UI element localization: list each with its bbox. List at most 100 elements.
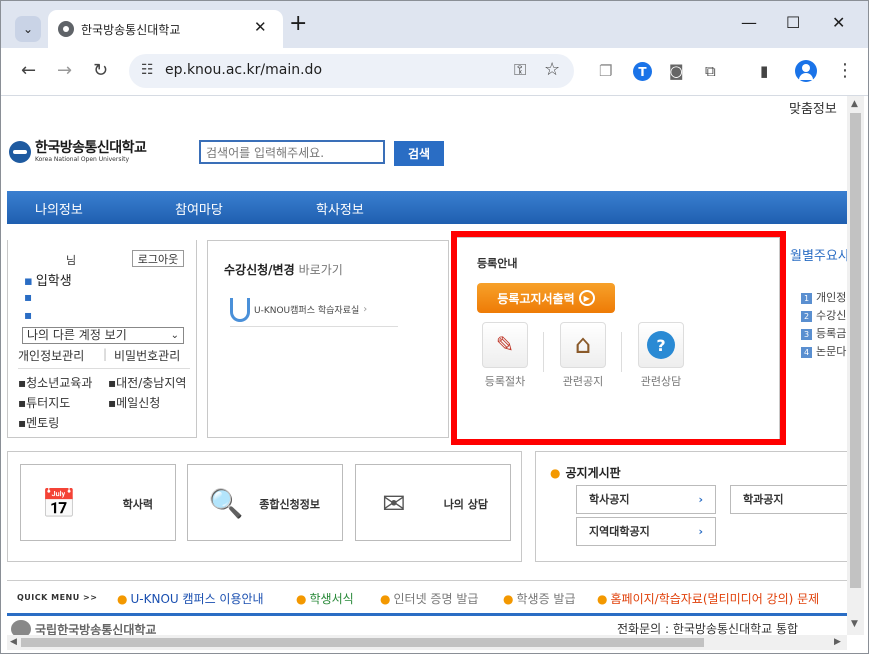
blank-bullet-2: ▪ — [24, 308, 33, 322]
course-registration-link[interactable]: 수강신청/변경 바로가기 — [224, 261, 343, 278]
quick-menu-strip: QUICK MENU >> ● U-KNOU 캠퍼스 이용안내 ● 학생서식 ● 인터… — [7, 580, 847, 616]
menu-kebab-icon[interactable]: ⋮ — [836, 61, 854, 81]
sub-link-daejeon[interactable]: ▪대전/충남지역 — [108, 374, 186, 391]
url-text[interactable]: ep.knou.ac.kr/main.do — [165, 62, 322, 78]
monthly-item[interactable]: 1 개인정 — [801, 289, 846, 305]
chevron-right-icon: › — [698, 525, 703, 538]
reload-icon[interactable]: ↻ — [93, 61, 108, 81]
knou-emblem-icon — [9, 141, 31, 163]
user-name-suffix: 님 — [66, 254, 77, 267]
custom-info-link[interactable]: 맞춤정보 — [789, 98, 837, 117]
qm-certificate[interactable]: ● 인터넷 증명 발급 — [380, 590, 478, 607]
monthly-schedule-title[interactable]: 월별주요사 — [790, 245, 847, 264]
chevron-right-icon: › — [363, 304, 368, 315]
uknou-label: U-KNOU캠퍼스 학습자료실 — [254, 306, 360, 316]
sub-link-mentoring[interactable]: ▪멘토링 — [18, 414, 59, 431]
address-bar[interactable]: ☷ ep.knou.ac.kr/main.do ⚿ ☆ — [129, 54, 574, 88]
profile-avatar[interactable] — [795, 60, 817, 82]
application-info-card[interactable]: 🔍 종합신청정보 — [187, 464, 343, 541]
monthly-item[interactable]: 3 등록금 — [801, 325, 846, 341]
notice-board-title: ● 공지게시판 — [550, 466, 621, 480]
footer-contact: 전화문의 : 한국방송통신대학교 통합 — [617, 622, 799, 635]
chevron-right-icon: › — [698, 493, 703, 506]
side-panel-icon[interactable]: ▮ — [760, 61, 768, 81]
close-window-button[interactable]: ✕ — [832, 13, 845, 32]
login-panel: 님 로그아웃 ▪ 입학생 ▪ ▪ 나의 다른 계정 보기 ⌄ 개인정보관리 | 비… — [7, 240, 197, 438]
student-status: 입학생 — [35, 274, 72, 289]
my-counsel-card[interactable]: ✉ 나의 상담 — [355, 464, 511, 541]
account-select[interactable]: 나의 다른 계정 보기 ⌄ — [22, 327, 184, 344]
qm-student-id[interactable]: ● 학생증 발급 — [503, 590, 576, 607]
status-line: ▪ 입학생 — [24, 274, 72, 289]
horizontal-scrollbar[interactable]: ◀ ▶ — [7, 635, 847, 650]
new-tab-button[interactable]: + — [289, 13, 307, 35]
magnifier-folder-icon: 🔍 — [208, 486, 244, 520]
bookmark-star-icon[interactable]: ☆ — [544, 59, 560, 80]
logout-button[interactable]: 로그아웃 — [132, 250, 184, 267]
password-link[interactable]: 비밀번호관리 — [114, 347, 180, 364]
scroll-right-icon[interactable]: ▶ — [834, 637, 841, 647]
u-knou-logo-icon — [230, 297, 250, 322]
translate-extension-icon[interactable]: T — [633, 62, 652, 81]
quill-envelope-icon: ✉ — [382, 486, 406, 520]
search-input[interactable]: 검색어를 입력해주세요. — [199, 140, 385, 164]
nav-academic-info[interactable]: 학사정보 — [316, 199, 364, 218]
monthly-item[interactable]: 2 수강신 — [801, 307, 846, 323]
tab-close-button[interactable]: ✕ — [254, 18, 267, 36]
site-logo[interactable]: 한국방송통신대학교 Korea National Open University — [9, 139, 147, 165]
tab-active[interactable]: 한국방송통신대학교 ✕ — [48, 10, 283, 48]
logo-korean: 한국방송통신대학교 — [35, 140, 147, 156]
nav-my-info[interactable]: 나의정보 — [35, 199, 83, 218]
notice-board: ● 공지게시판 학사공지 › 학과공지 지역대학공지 › — [535, 451, 847, 562]
personal-info-link[interactable]: 개인정보관리 — [18, 347, 84, 364]
monthly-item[interactable]: 4 논문다 — [801, 343, 846, 359]
minimize-button[interactable]: — — [741, 13, 757, 32]
qm-homepage-issue[interactable]: ● 홈페이지/학습자료(멀티미디어 강의) 문제 — [597, 590, 819, 607]
extensions-puzzle-icon[interactable]: ⧉ — [705, 61, 716, 81]
sub-link-tutor[interactable]: ▪튜터지도 — [18, 394, 70, 411]
scroll-thumb[interactable] — [21, 638, 704, 647]
forward-arrow-icon[interactable]: → — [57, 61, 72, 81]
sub-link-mail[interactable]: ▪메일신청 — [108, 394, 160, 411]
uknou-materials-link[interactable]: U-KNOU캠퍼스 학습자료실 › — [230, 293, 398, 327]
red-highlight-box — [451, 231, 786, 445]
browser-toolbar: ← → ↻ ☷ ep.knou.ac.kr/main.do ⚿ ☆ ❐ T ◙ … — [1, 48, 868, 96]
vertical-scrollbar[interactable]: ▲ ▼ — [847, 96, 864, 635]
chevron-down-icon: ⌄ — [170, 330, 179, 341]
scroll-thumb[interactable] — [850, 113, 861, 588]
tab-title: 한국방송통신대학교 — [81, 23, 181, 37]
account-select-value: 나의 다른 계정 보기 — [27, 328, 127, 342]
divider — [18, 368, 190, 369]
site-settings-icon[interactable]: ☷ — [141, 62, 154, 78]
copy-icon[interactable]: ❐ — [599, 61, 612, 81]
page-viewport: 맞춤정보 한국방송통신대학교 Korea National Open Unive… — [7, 96, 847, 635]
course-panel: 수강신청/변경 바로가기 U-KNOU캠퍼스 학습자료실 › — [207, 240, 449, 438]
scroll-down-icon[interactable]: ▼ — [851, 619, 858, 629]
academic-calendar-card[interactable]: 📅 학사력 — [20, 464, 176, 541]
department-notice-button[interactable]: 학과공지 — [730, 485, 847, 514]
academic-notice-button[interactable]: 학사공지 › — [576, 485, 716, 514]
scroll-up-icon[interactable]: ▲ — [851, 99, 858, 109]
sub-link-youth-edu[interactable]: ▪청소년교육과 — [18, 374, 92, 391]
link-separator: | — [103, 347, 108, 361]
scroll-left-icon[interactable]: ◀ — [10, 637, 17, 647]
logo-english: Korea National Open University — [35, 156, 130, 163]
search-button[interactable]: 검색 — [394, 141, 444, 166]
calendar-clock-icon: 📅 — [41, 486, 77, 520]
key-icon[interactable]: ⚿ — [514, 60, 526, 80]
tab-search-button[interactable]: ⌄ — [15, 16, 41, 42]
qm-uknou-guide[interactable]: ● U-KNOU 캠퍼스 이용안내 — [117, 590, 264, 607]
quick-menu-label: QUICK MENU >> — [17, 593, 98, 602]
quick-cards-area: 📅 학사력 🔍 종합신청정보 ✉ 나의 상담 — [7, 451, 522, 562]
chevron-down-icon: ⌄ — [22, 22, 34, 36]
maximize-button[interactable]: ☐ — [786, 13, 800, 32]
blank-bullet-1: ▪ — [24, 290, 33, 304]
knou-emblem-icon — [11, 620, 31, 635]
browser-window: ⌄ 한국방송통신대학교 ✕ + — ☐ ✕ ← → ↻ ☷ ep.knou.ac… — [0, 0, 869, 654]
regional-notice-button[interactable]: 지역대학공지 › — [576, 517, 716, 546]
back-arrow-icon[interactable]: ← — [21, 61, 36, 81]
globe-icon — [58, 21, 74, 37]
nav-participation[interactable]: 참여마당 — [175, 199, 223, 218]
camera-icon[interactable]: ◙ — [669, 61, 684, 81]
qm-student-forms[interactable]: ● 학생서식 — [296, 590, 354, 607]
